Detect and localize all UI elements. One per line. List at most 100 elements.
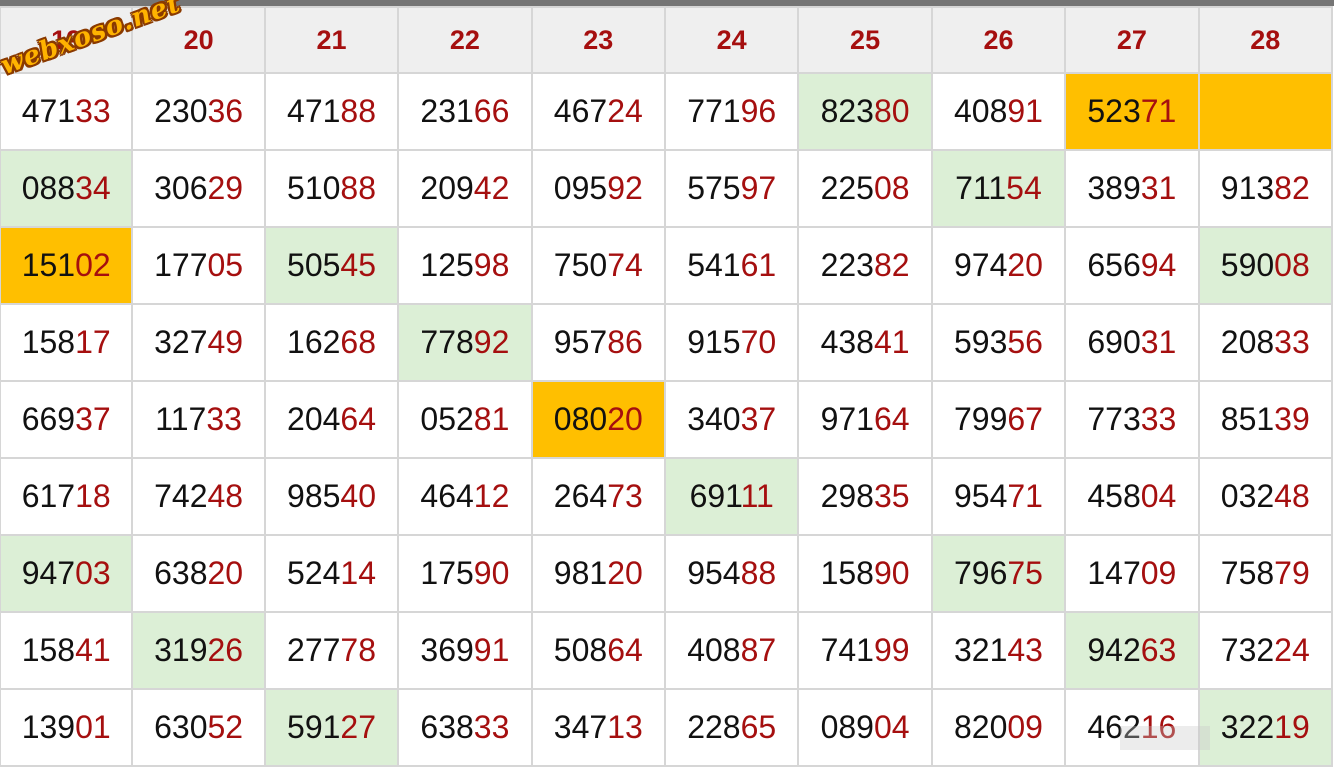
number-tail: 34 [75, 170, 111, 206]
number-tail: 24 [1274, 632, 1310, 668]
number-head: 638 [154, 555, 208, 591]
number-cell: 45804 [1064, 457, 1200, 536]
number-tail: 20 [207, 555, 244, 591]
number-tail: 37 [740, 401, 777, 437]
number-cell: 29835 [797, 457, 933, 536]
number-tail: 70 [740, 324, 777, 360]
number-cell: 15890 [797, 534, 933, 613]
number-tail: 68 [340, 324, 376, 360]
number-cell: 13901 [0, 688, 134, 767]
number-head: 117 [155, 401, 207, 437]
number-cell: 73224 [1197, 611, 1334, 690]
number-cell: 75879 [1197, 534, 1334, 613]
number-head: 340 [687, 401, 741, 437]
number-tail: 49 [207, 324, 244, 360]
number-cell: 79675 [930, 534, 1067, 613]
number-tail: 24 [607, 93, 643, 129]
number-head: 524 [287, 555, 341, 591]
number-cell: 69031 [1064, 303, 1200, 382]
number-tail: 82 [1274, 170, 1310, 206]
number-tail: 71 [1140, 93, 1177, 129]
number-tail: 90 [873, 555, 910, 591]
number-tail: 11 [740, 478, 774, 514]
table-body: 47133 23036 47188 23166 46724 77196 82380 40891… [0, 72, 1334, 767]
number-tail: 87 [740, 632, 777, 668]
number-tail: 64 [607, 632, 643, 668]
number-cell: 71154 [930, 149, 1067, 228]
number-head: 408 [687, 632, 741, 668]
number-tail: 91 [473, 632, 510, 668]
number-head: 306 [154, 170, 208, 206]
number-head: 711 [955, 170, 1007, 206]
number-head: 630 [154, 709, 208, 745]
number-head: 851 [1220, 401, 1275, 437]
number-cell: 91570 [663, 303, 800, 382]
number-tail: 67 [1007, 401, 1043, 437]
number-cell: 57597 [663, 149, 800, 228]
number-head: 750 [553, 247, 608, 283]
number-cell: 17705 [131, 226, 266, 305]
number-head: 913 [1220, 170, 1275, 206]
number-head: 175 [420, 555, 474, 591]
number-head: 369 [420, 632, 474, 668]
number-head: 590 [1220, 247, 1275, 283]
number-head: 758 [1220, 555, 1275, 591]
number-head: 957 [553, 324, 608, 360]
number-cell: 66937 [0, 380, 134, 459]
number-cell: 63052 [131, 688, 266, 767]
number-cell: 32749 [131, 303, 266, 382]
table-row: 66937 11733 20464 05281 08020 34037 97164 79967… [0, 380, 1334, 459]
number-tail: 39 [1274, 401, 1310, 437]
number-tail: 12 [473, 478, 510, 514]
number-tail: 02 [75, 247, 111, 283]
number-cell: 82009 [930, 688, 1067, 767]
table-row: 15841 31926 27778 36991 50864 40887 74199 32143… [0, 611, 1334, 690]
number-head: 656 [1087, 247, 1141, 283]
number-head: 471 [287, 93, 341, 129]
number-tail: 08 [1274, 247, 1310, 283]
number-cell: 26473 [530, 457, 666, 536]
lottery-results-table: 19 20 21 22 23 24 25 26 27 28 47133 23036 47188 2316… [0, 6, 1334, 767]
column-header-21: 21 [263, 6, 400, 74]
number-head: 467 [553, 93, 608, 129]
number-head: 799 [953, 401, 1008, 437]
number-cell: 03248 [1197, 457, 1334, 536]
number-tail: 09 [1007, 709, 1043, 745]
number-cell: 98540 [263, 457, 400, 536]
number-cell: 77333 [1064, 380, 1200, 459]
number-tail: 75 [1007, 555, 1043, 591]
number-head: 209 [420, 170, 474, 206]
number-head: 151 [21, 247, 76, 283]
number-cell: 11733 [131, 380, 266, 459]
column-header-27: 27 [1064, 6, 1200, 74]
table-row: 15102 17705 50545 12598 75074 54161 22382 97420… [0, 226, 1334, 305]
column-header-20: 20 [131, 6, 266, 74]
number-cell: 27778 [263, 611, 400, 690]
number-head: 985 [287, 478, 341, 514]
number-head: 669 [21, 401, 76, 437]
table-row: 15817 32749 16268 77892 95786 91570 43841 59356… [0, 303, 1334, 382]
number-head: 080 [553, 401, 608, 437]
number-cell: 47188 [263, 72, 400, 151]
number-head: 147 [1087, 555, 1141, 591]
table-row: 13901 63052 59127 63833 34713 22865 08904 82009… [0, 688, 1334, 767]
number-head: 954 [953, 478, 1008, 514]
column-header-23: 23 [530, 6, 666, 74]
number-head: 231 [420, 93, 474, 129]
number-tail: 54 [1006, 170, 1042, 206]
number-head: 505 [287, 247, 341, 283]
number-cell: 77892 [397, 303, 533, 382]
number-tail: 31 [1140, 170, 1177, 206]
number-cell: 08834 [0, 149, 134, 228]
number-cell: 46724 [530, 72, 666, 151]
number-cell: 20942 [397, 149, 533, 228]
number-cell: 15817 [0, 303, 134, 382]
number-tail: 37 [75, 401, 111, 437]
number-cell: 52414 [263, 534, 400, 613]
number-cell: 32143 [930, 611, 1067, 690]
number-head: 971 [820, 401, 874, 437]
number-cell: 22382 [797, 226, 933, 305]
number-cell: 74248 [131, 457, 266, 536]
number-tail: 04 [1140, 478, 1177, 514]
number-cell: 47133 [0, 72, 134, 151]
